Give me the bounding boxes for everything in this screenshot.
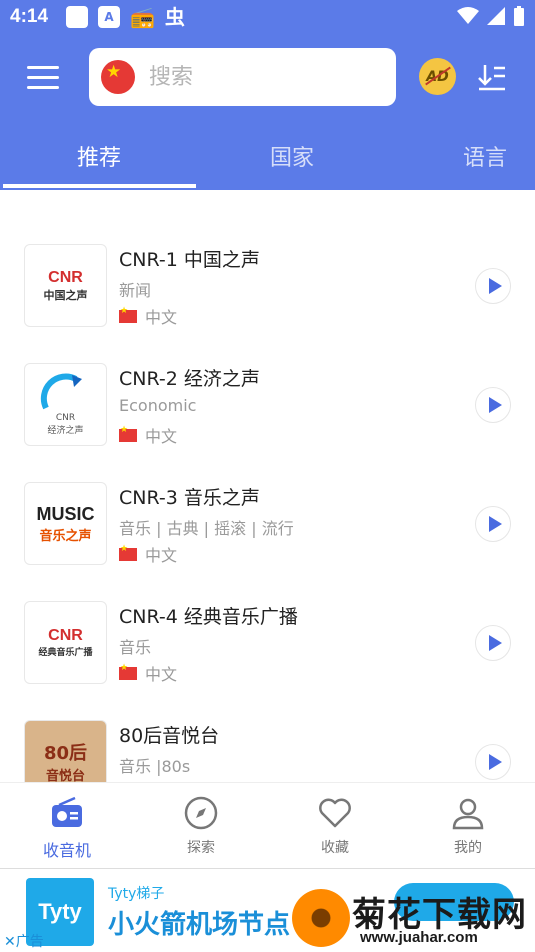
bottom-navigation: 收音机 探索 收藏 我的 xyxy=(0,782,535,868)
station-logo: CNR 中国之声 xyxy=(24,244,107,327)
status-bar: 4:14 A 📻 虫 xyxy=(0,0,535,36)
category-tabs: 推荐 国家 语言 xyxy=(0,120,535,190)
station-language: 中文 xyxy=(119,304,177,328)
download-sort-icon[interactable] xyxy=(477,62,507,92)
china-flag-icon xyxy=(119,544,137,561)
person-icon xyxy=(452,798,484,830)
watermark-url: www.juahar.com xyxy=(360,929,478,946)
station-genre: 音乐 | 古典 | 摇滚 | 流行 xyxy=(119,519,294,538)
ad-close-label[interactable]: ✕广告 xyxy=(4,931,44,951)
nav-explore[interactable]: 探索 xyxy=(134,783,268,869)
bug-notification-icon: 虫 xyxy=(164,5,185,29)
economic-swirl-icon xyxy=(40,373,82,410)
play-button[interactable] xyxy=(475,744,511,780)
search-bar[interactable] xyxy=(89,48,396,106)
nav-favorites[interactable]: 收藏 xyxy=(268,783,402,869)
station-title: CNR-3 音乐之声 xyxy=(119,487,260,509)
status-time: 4:14 xyxy=(10,6,49,27)
station-logo: CNR 经济之声 xyxy=(24,363,107,446)
notification-a-icon: A xyxy=(98,6,120,28)
station-row[interactable]: MUSIC 音乐之声 CNR-3 音乐之声 音乐 | 古典 | 摇滚 | 流行 … xyxy=(0,465,535,584)
signal-icon xyxy=(487,7,505,25)
station-row[interactable]: CNR 中国之声 CNR-1 中国之声 新闻 中文 xyxy=(0,227,535,346)
tab-country[interactable]: 国家 xyxy=(270,140,314,172)
app-header: 4:14 A 📻 虫 AD 推荐 国家 语言 xyxy=(0,0,535,190)
radio-notification-icon: 📻 xyxy=(130,5,155,29)
station-logo: CNR 经典音乐广播 xyxy=(24,601,107,684)
remove-ads-icon[interactable]: AD xyxy=(419,58,456,95)
watermark-flower-icon xyxy=(292,889,350,947)
tab-recommended[interactable]: 推荐 xyxy=(77,140,121,172)
play-button[interactable] xyxy=(475,625,511,661)
ad-headline: 小火箭机场节点 xyxy=(108,910,291,940)
china-flag-icon xyxy=(119,663,137,680)
station-row[interactable]: CNR 经济之声 CNR-2 经济之声 Economic 中文 xyxy=(0,346,535,465)
compass-icon xyxy=(184,796,218,830)
station-title: CNR-4 经典音乐广播 xyxy=(119,606,298,628)
station-logo: MUSIC 音乐之声 xyxy=(24,482,107,565)
nav-radio[interactable]: 收音机 xyxy=(0,783,134,869)
battery-icon xyxy=(514,6,524,26)
active-tab-indicator xyxy=(3,184,196,188)
station-title: 80后音悦台 xyxy=(119,725,220,747)
notification-square-icon xyxy=(66,6,88,28)
notification-icons: A 📻 虫 xyxy=(66,6,185,28)
station-row[interactable]: 80后 音悦台 80后音悦台 音乐 |80s xyxy=(0,703,535,782)
search-input[interactable] xyxy=(149,64,369,90)
station-language: 中文 xyxy=(119,542,177,566)
play-button[interactable] xyxy=(475,506,511,542)
ad-banner[interactable]: Tyty Tyty梯子 小火箭机场节点 ✕广告 菊花下载网 www.juahar… xyxy=(0,868,535,952)
play-button[interactable] xyxy=(475,268,511,304)
china-flag-icon xyxy=(119,425,137,442)
station-title: CNR-1 中国之声 xyxy=(119,249,260,271)
nav-profile[interactable]: 我的 xyxy=(401,783,535,869)
station-genre: Economic xyxy=(119,396,197,415)
heart-icon xyxy=(319,798,351,828)
tab-language[interactable]: 语言 xyxy=(463,140,507,172)
china-flag-icon[interactable] xyxy=(101,60,135,94)
station-genre: 音乐 xyxy=(119,638,152,657)
play-button[interactable] xyxy=(475,387,511,423)
station-row[interactable]: CNR 经典音乐广播 CNR-4 经典音乐广播 音乐 中文 xyxy=(0,584,535,703)
station-title: CNR-2 经济之声 xyxy=(119,368,260,390)
system-icons xyxy=(457,6,525,26)
ad-brand: Tyty梯子 xyxy=(108,886,165,902)
station-list[interactable]: CNR 中国之声 CNR-1 中国之声 新闻 中文 CNR 经济之声 CNR-2… xyxy=(0,190,535,782)
wifi-icon xyxy=(457,7,479,24)
station-language: 中文 xyxy=(119,661,177,685)
station-genre: 新闻 xyxy=(119,281,152,300)
radio-icon xyxy=(52,796,82,827)
station-genre: 音乐 |80s xyxy=(119,757,191,776)
menu-icon[interactable] xyxy=(27,66,61,90)
station-logo: 80后 音悦台 xyxy=(24,720,107,782)
china-flag-icon xyxy=(119,306,137,323)
station-language: 中文 xyxy=(119,423,177,447)
